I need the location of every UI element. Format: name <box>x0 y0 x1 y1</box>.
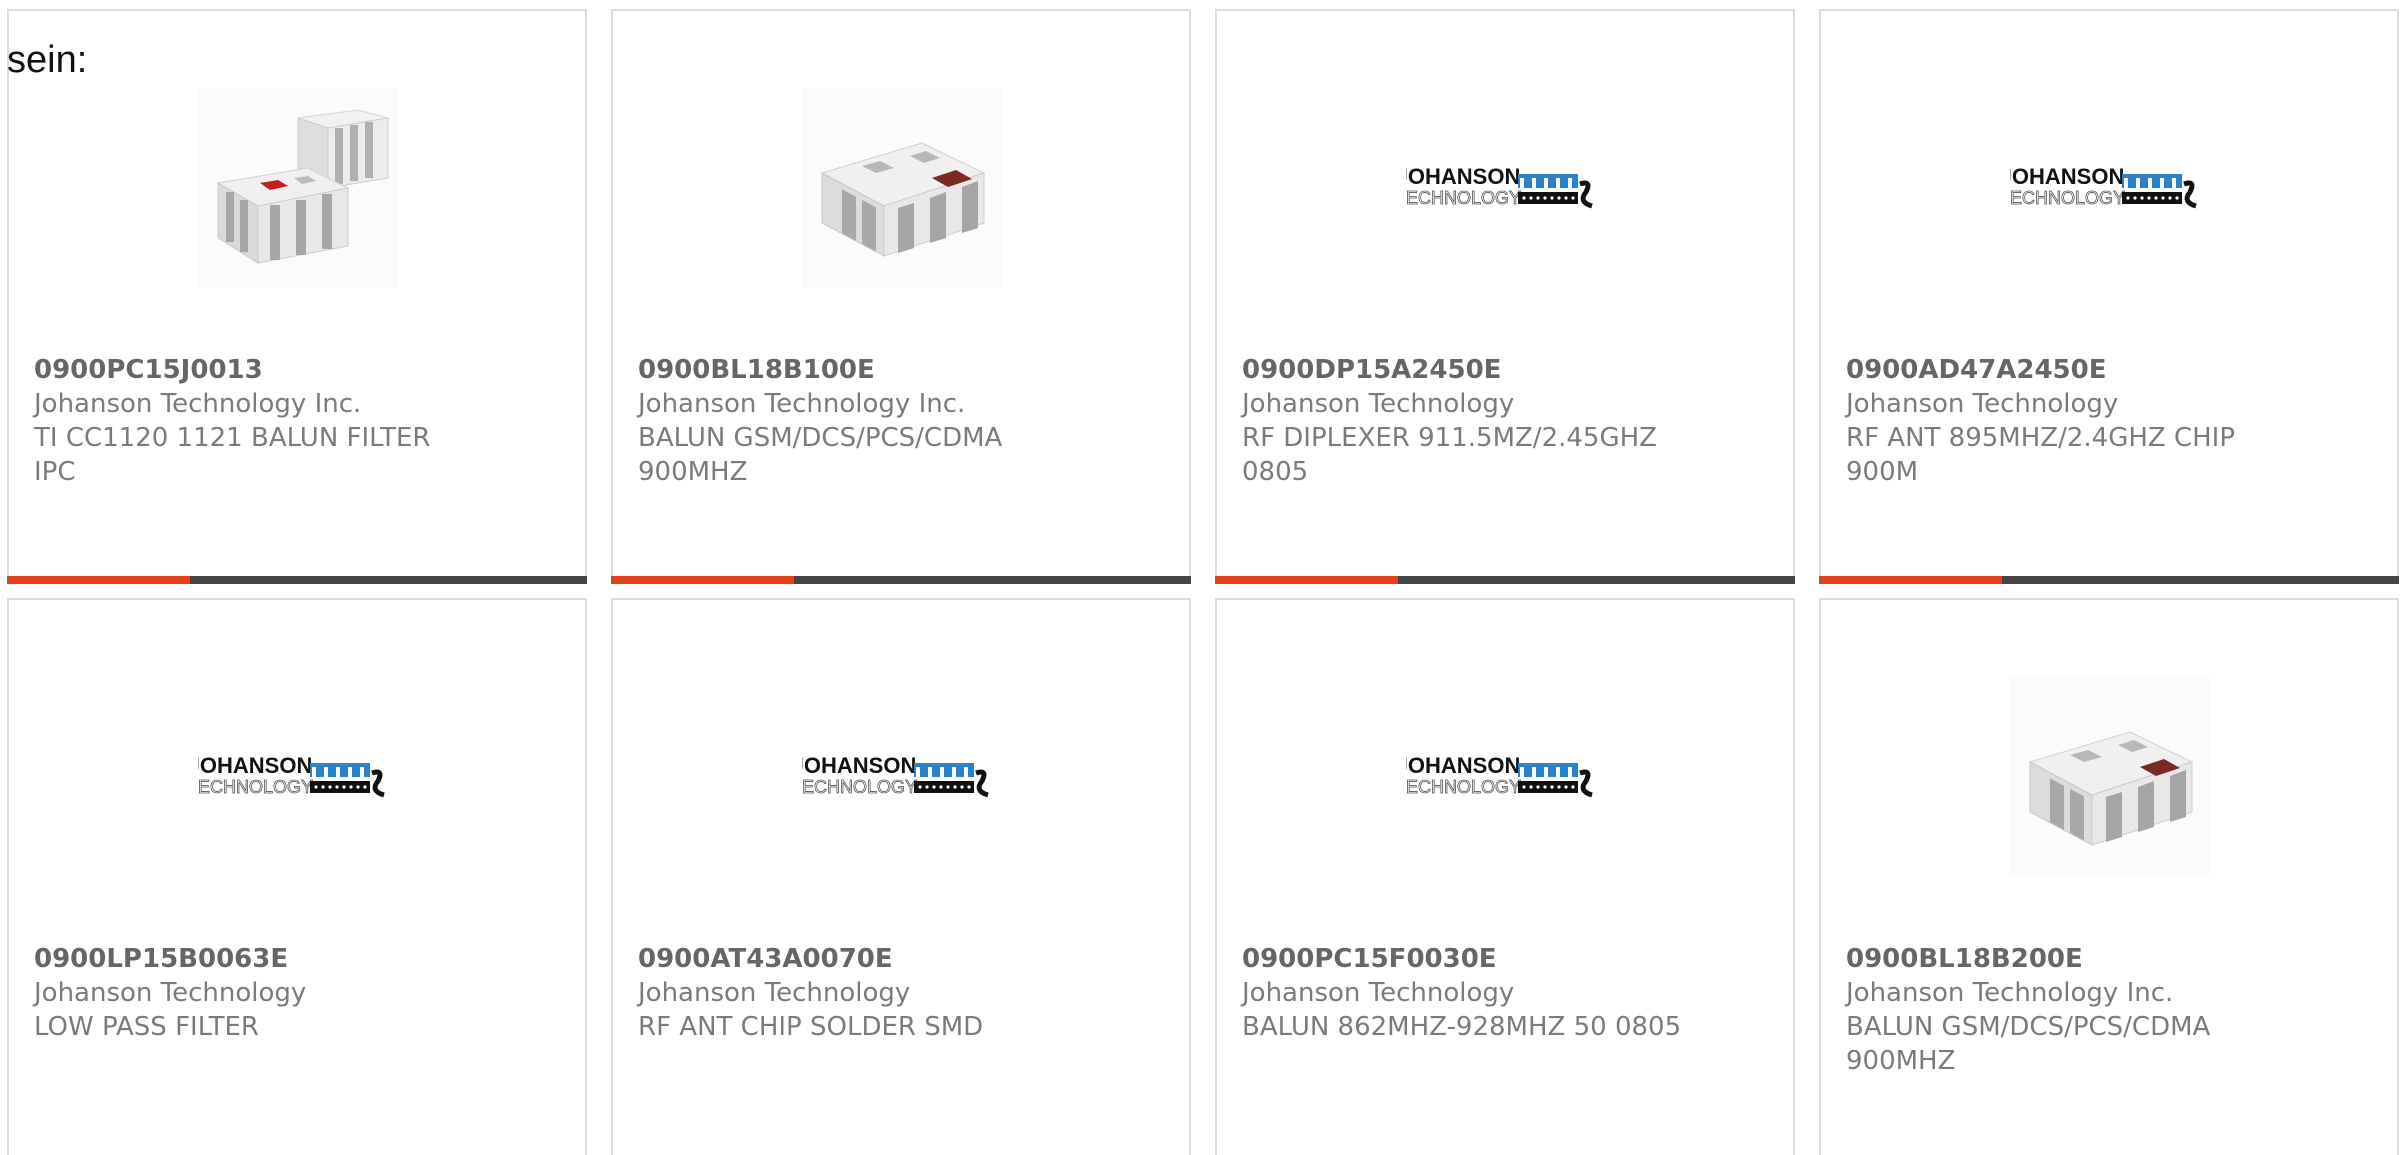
description-line-1: TI CC1120 1121 BALUN FILTER <box>34 423 431 453</box>
johanson-logo-icon: JOHANSON TECHNOLOGY <box>1406 164 1593 209</box>
description-line-2: 0805 <box>1242 457 1309 487</box>
manufacturer: Johanson Technology <box>638 978 911 1008</box>
johanson-logo-icon: JOHANSON TECHNOLOGY <box>802 753 989 798</box>
svg-text:TECHNOLOGY: TECHNOLOGY <box>2010 188 2125 208</box>
product-image-wrap[interactable]: JOHANSON TECHNOLOGY <box>2010 88 2210 288</box>
product-info: 0900BL18B100E Johanson Technology Inc. B… <box>638 353 1098 489</box>
dark-segment <box>1398 576 1795 584</box>
product-grid: 0900PC15J0013 Johanson Technology Inc. T… <box>7 9 2399 1155</box>
description-line-1: BALUN GSM/DCS/PCS/CDMA <box>638 423 1003 453</box>
product-info: 0900AT43A0070E Johanson Technology RF AN… <box>638 942 1098 1044</box>
manufacturer: Johanson Technology <box>34 978 307 1008</box>
part-number[interactable]: 0900LP15B0063E <box>34 942 494 976</box>
product-image <box>198 88 398 288</box>
accent-segment <box>1819 576 2002 584</box>
accent-segment <box>1215 576 1398 584</box>
svg-text:JOHANSON: JOHANSON <box>1406 164 1520 189</box>
part-number[interactable]: 0900AT43A0070E <box>638 942 1098 976</box>
product-image-wrap[interactable]: JOHANSON TECHNOLOGY <box>1406 677 1606 877</box>
description-line-2: 900MHZ <box>1846 1046 1956 1076</box>
card-accent-bar <box>1215 576 1795 584</box>
svg-text:TECHNOLOGY: TECHNOLOGY <box>802 777 917 797</box>
card-accent-bar <box>7 576 587 584</box>
johanson-logo-icon: JOHANSON TECHNOLOGY <box>198 753 385 798</box>
svg-text:JOHANSON: JOHANSON <box>802 753 916 778</box>
part-number[interactable]: 0900DP15A2450E <box>1242 353 1702 387</box>
description-line-1: BALUN 862MHZ-928MHZ 50 0805 <box>1242 1012 1682 1042</box>
manufacturer: Johanson Technology Inc. <box>1846 978 2174 1008</box>
johanson-logo-icon: JOHANSON TECHNOLOGY <box>2010 164 2197 209</box>
product-image-wrap[interactable] <box>2010 677 2210 877</box>
product-image-wrap[interactable] <box>198 88 398 288</box>
description-line-1: RF DIPLEXER 911.5MZ/2.45GHZ <box>1242 423 1657 453</box>
description-line-2: 900MHZ <box>638 457 748 487</box>
manufacturer: Johanson Technology Inc. <box>638 389 966 419</box>
description-line-2: 900M <box>1846 457 1919 487</box>
product-info: 0900PC15F0030E Johanson Technology BALUN… <box>1242 942 1702 1044</box>
product-image-wrap[interactable] <box>802 88 1002 288</box>
card-accent-bar <box>611 576 1191 584</box>
product-card[interactable]: JOHANSON TECHNOLOGY 0900PC15F0030E Johan… <box>1215 598 1795 1155</box>
johanson-logo-icon: JOHANSON TECHNOLOGY <box>1406 753 1593 798</box>
product-card[interactable]: 0900PC15J0013 Johanson Technology Inc. T… <box>7 9 587 584</box>
intro-text: sein: <box>7 39 88 81</box>
svg-text:TECHNOLOGY: TECHNOLOGY <box>1406 188 1521 208</box>
svg-text:TECHNOLOGY: TECHNOLOGY <box>1406 777 1521 797</box>
description-line-1: RF ANT CHIP SOLDER SMD <box>638 1012 984 1042</box>
manufacturer: Johanson Technology <box>1242 978 1515 1008</box>
part-number[interactable]: 0900AD47A2450E <box>1846 353 2306 387</box>
dark-segment <box>794 576 1191 584</box>
dark-segment <box>190 576 587 584</box>
svg-text:TECHNOLOGY: TECHNOLOGY <box>198 777 313 797</box>
svg-text:JOHANSON: JOHANSON <box>2010 164 2124 189</box>
svg-text:JOHANSON: JOHANSON <box>1406 753 1520 778</box>
product-card[interactable]: 0900BL18B200E Johanson Technology Inc. B… <box>1819 598 2399 1155</box>
accent-segment <box>611 576 794 584</box>
product-card[interactable]: JOHANSON TECHNOLOGY 0900AD47A2450E Johan… <box>1819 9 2399 584</box>
dark-segment <box>2002 576 2399 584</box>
part-number[interactable]: 0900PC15F0030E <box>1242 942 1702 976</box>
card-accent-bar <box>1819 576 2399 584</box>
description-line-2: IPC <box>34 457 76 487</box>
description-line-1: LOW PASS FILTER <box>34 1012 259 1042</box>
description-line-1: RF ANT 895MHZ/2.4GHZ CHIP <box>1846 423 2236 453</box>
manufacturer: Johanson Technology Inc. <box>34 389 362 419</box>
manufacturer: Johanson Technology <box>1846 389 2119 419</box>
product-card[interactable]: JOHANSON TECHNOLOGY 0900LP15B0063E Johan… <box>7 598 587 1155</box>
product-info: 0900BL18B200E Johanson Technology Inc. B… <box>1846 942 2306 1078</box>
product-image-wrap[interactable]: JOHANSON TECHNOLOGY <box>198 677 398 877</box>
product-info: 0900LP15B0063E Johanson Technology LOW P… <box>34 942 494 1044</box>
product-image-wrap[interactable]: JOHANSON TECHNOLOGY <box>802 677 1002 877</box>
product-image-wrap[interactable]: JOHANSON TECHNOLOGY <box>1406 88 1606 288</box>
product-info: 0900PC15J0013 Johanson Technology Inc. T… <box>34 353 494 489</box>
accent-segment <box>7 576 190 584</box>
page: sein: 0900PC15J0013 Johanson Technology … <box>0 0 2400 1155</box>
part-number[interactable]: 0900BL18B200E <box>1846 942 2306 976</box>
product-card[interactable]: 0900BL18B100E Johanson Technology Inc. B… <box>611 9 1191 584</box>
svg-text:JOHANSON: JOHANSON <box>198 753 312 778</box>
part-number[interactable]: 0900PC15J0013 <box>34 353 494 387</box>
description-line-1: BALUN GSM/DCS/PCS/CDMA <box>1846 1012 2211 1042</box>
product-image <box>2010 677 2210 877</box>
product-card[interactable]: JOHANSON TECHNOLOGY 0900AT43A0070E Johan… <box>611 598 1191 1155</box>
part-number[interactable]: 0900BL18B100E <box>638 353 1098 387</box>
product-card[interactable]: JOHANSON TECHNOLOGY 0900DP15A2450E Johan… <box>1215 9 1795 584</box>
product-info: 0900DP15A2450E Johanson Technology RF DI… <box>1242 353 1702 489</box>
manufacturer: Johanson Technology <box>1242 389 1515 419</box>
product-image <box>802 88 1002 288</box>
product-info: 0900AD47A2450E Johanson Technology RF AN… <box>1846 353 2306 489</box>
